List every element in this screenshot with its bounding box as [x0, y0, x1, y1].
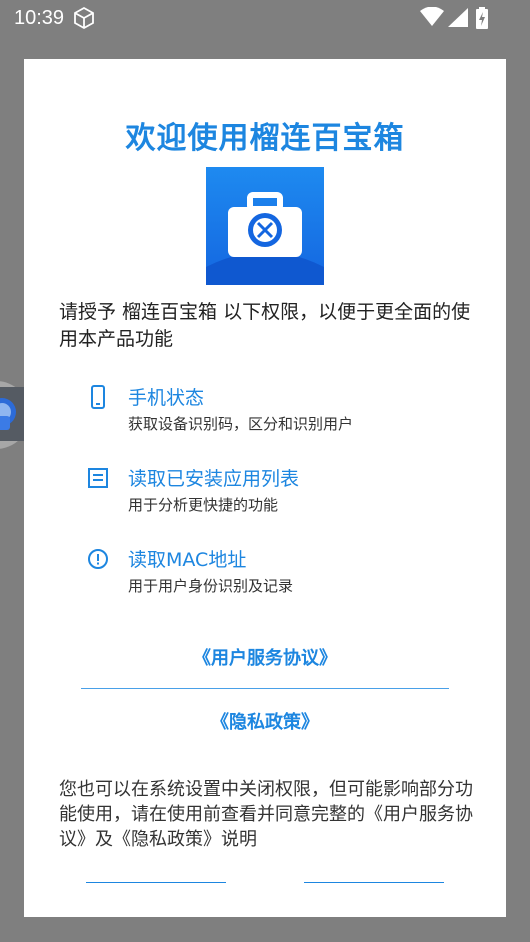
toolbox-app-logo [206, 167, 324, 285]
permission-title: 读取已安装应用列表 [128, 468, 300, 490]
agree-button[interactable] [304, 882, 444, 909]
permission-dialog: 欢迎使用榴连百宝箱 请授予 榴连百宝箱 以下权限，以便于更全面的使用本产品功能 … [24, 59, 506, 917]
intro-text: 请授予 榴连百宝箱 以下权限，以便于更全面的使用本产品功能 [59, 301, 471, 350]
info-icon [88, 549, 108, 569]
cellular-signal-icon [448, 8, 468, 27]
floating-assistant-icon[interactable] [0, 380, 26, 450]
permission-description: 用于用户身份识别及记录 [128, 577, 294, 595]
permission-title: 手机状态 [128, 387, 205, 409]
privacy-policy-link[interactable]: 《隐私政策》 [24, 708, 506, 734]
permission-title: 读取MAC地址 [128, 549, 247, 571]
list-icon [88, 468, 108, 488]
user-agreement-link[interactable]: 《用户服务协议》 [24, 644, 506, 670]
phone-icon [91, 385, 105, 409]
status-time: 10:39 [14, 7, 65, 29]
status-bar: 10:39 [0, 0, 530, 36]
permission-description: 获取设备识别码，区分和识别用户 [128, 415, 354, 433]
disagree-button[interactable] [86, 882, 226, 909]
footer-notice: 您也可以在系统设置中关闭权限，但可能影响部分功能使用，请在使用前查看并同意完整的… [59, 779, 473, 850]
wifi-icon [420, 7, 444, 26]
cube-icon [74, 6, 94, 30]
dialog-title: 欢迎使用榴连百宝箱 [125, 121, 405, 156]
status-icons [420, 7, 492, 29]
battery-charging-icon [476, 7, 488, 29]
divider [81, 688, 449, 689]
permission-description: 用于分析更快捷的功能 [128, 496, 279, 514]
